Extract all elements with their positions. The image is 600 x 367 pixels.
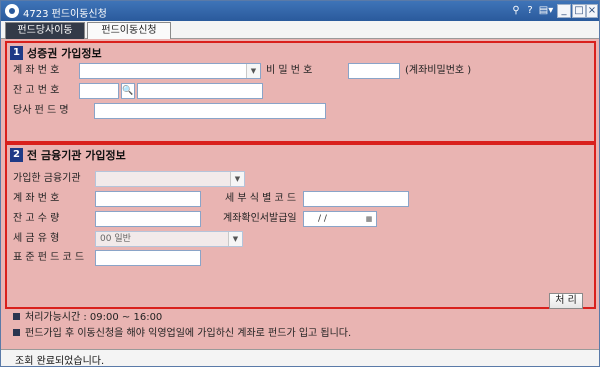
app-icon [5,4,19,18]
detail-code-input[interactable] [303,191,409,207]
balance-quantity-input[interactable] [95,211,201,227]
fund-name-field[interactable] [94,103,326,119]
search-icon[interactable]: 🔍 [121,83,135,99]
account-number-select[interactable]: ▼ [79,63,261,79]
title-bar: 4723 펀드이동신청 ⚲ ? ▤▾ _ □ × [1,1,599,21]
prev-account-number-input[interactable] [95,191,201,207]
bullet-square-icon [13,312,20,320]
std-fund-code-input[interactable] [95,250,201,266]
status-message: 조회 완료되었습니다. [15,356,105,367]
notice-transfer-info: 펀드가입 후 이동신청을 해야 익영업일에 가입하신 계좌로 펀드가 입고 됩니… [13,327,351,341]
issue-date-input[interactable]: / / ▦ [303,211,377,227]
maximize-button[interactable]: □ [572,4,586,18]
pin-icon[interactable]: ⚲ [509,4,523,18]
minimize-button[interactable]: _ [557,4,571,18]
password-input[interactable] [348,63,400,79]
chevron-down-icon[interactable]: ▼ [228,232,242,246]
tax-type-value: 00 일반 [100,234,131,244]
help-icon[interactable]: ? [523,4,537,18]
notice-hours: 처리가능시간 : 09:00 ~ 16:00 [13,311,162,325]
notice-transfer-info-text: 펀드가입 후 이동신청을 해야 익영업일에 가입하신 계좌로 펀드가 입고 됩니… [25,328,352,339]
tax-type-label: 세 금 유 형 [13,233,60,244]
issue-date-value: / / [318,214,327,224]
main-window: 4723 펀드이동신청 ⚲ ? ▤▾ _ □ × 펀드당사이동 펀드이동신청 1… [0,0,600,367]
balance-quantity-label: 잔 고 수 량 [13,213,60,224]
balance-number-input[interactable] [79,83,119,99]
section2-number: 2 [10,148,23,162]
bullet-square-icon [13,328,20,336]
section1-title: 1 성증권 가입정보 [10,45,102,61]
prev-account-number-label: 계 좌 번 호 [13,193,60,204]
fund-name-label: 당사 펀 드 명 [13,105,69,116]
chevron-down-icon[interactable]: ▼ [246,64,260,78]
tab-bar: 펀드당사이동 펀드이동신청 [1,21,599,39]
tab-fund-internal-transfer[interactable]: 펀드당사이동 [5,22,85,39]
account-number-label: 계 좌 번 호 [13,65,60,76]
close-button[interactable]: × [586,4,598,18]
section1-title-text: 성증권 가입정보 [27,47,102,60]
tab-fund-transfer-request[interactable]: 펀드이동신청 [87,22,171,39]
menu-icon[interactable]: ▤▾ [537,4,555,18]
section1-number: 1 [10,46,23,60]
institution-select[interactable]: ▼ [95,171,245,187]
balance-number-label: 잔 고 번 호 [13,85,60,96]
calendar-icon[interactable]: ▦ [362,212,376,226]
chevron-down-icon[interactable]: ▼ [230,172,244,186]
process-button[interactable]: 처 리 [549,293,583,309]
window-title: 4723 펀드이동신청 [23,9,107,20]
balance-number-name-field[interactable] [137,83,263,99]
status-bar: 조회 완료되었습니다. [1,349,599,367]
section-previous-institution-info: 2 전 금융기관 가입정보 가입한 금융기관 ▼ 계 좌 번 호 세 부 식 별… [5,143,596,309]
issue-date-label: 계좌확인서발급일 [223,213,297,224]
section-company-account-info: 1 성증권 가입정보 계 좌 번 호 ▼ 비 밀 번 호 (계좌비밀번호 ) 잔… [5,41,596,143]
notice-hours-text: 처리가능시간 : 09:00 ~ 16:00 [25,312,163,323]
section2-title: 2 전 금융기관 가입정보 [10,147,126,163]
tax-type-select[interactable]: 00 일반 ▼ [95,231,243,247]
password-label: 비 밀 번 호 [266,65,313,76]
section2-title-text: 전 금융기관 가입정보 [27,149,126,162]
detail-code-label: 세 부 식 별 코 드 [225,193,297,204]
std-fund-code-label: 표 준 펀 드 코 드 [13,252,85,263]
institution-label: 가입한 금융기관 [13,173,81,184]
password-hint: (계좌비밀번호 ) [405,65,472,76]
